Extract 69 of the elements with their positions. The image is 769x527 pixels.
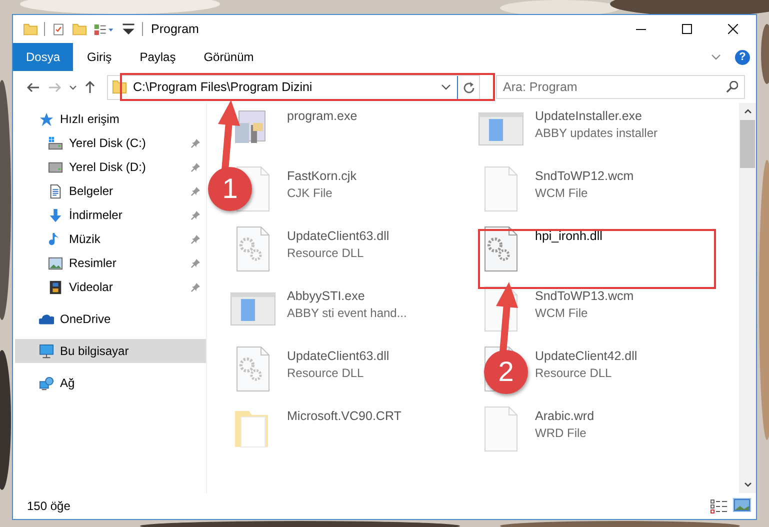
download-icon <box>48 208 63 222</box>
ribbon-tab[interactable]: Görünüm <box>190 43 268 71</box>
search-field[interactable]: Ara: Program <box>496 75 745 99</box>
file-name[interactable]: SndToWP13.wcm <box>535 289 634 303</box>
sidebar-item[interactable]: Müzik <box>15 227 206 251</box>
file-name[interactable]: program.exe <box>287 109 358 123</box>
file-type: WCM File <box>535 186 589 200</box>
sidebar-item[interactable]: Hızlı erişim <box>15 107 206 131</box>
file-type: Resource DLL <box>287 366 365 380</box>
file-name[interactable]: hpi_ironh.dll <box>535 229 602 243</box>
drive-icon <box>48 136 63 150</box>
item-count: 150 öğe <box>27 499 70 513</box>
cloud-icon <box>39 312 54 326</box>
details-view-icon[interactable] <box>710 498 728 514</box>
up-icon[interactable] <box>85 80 95 94</box>
file-type: CJK File <box>287 186 334 200</box>
maximize-icon <box>682 24 692 34</box>
back-icon[interactable] <box>27 82 40 92</box>
recent-caret-icon[interactable] <box>69 84 77 90</box>
sidebar-item[interactable]: Ağ <box>15 371 206 395</box>
ribbon-tab[interactable]: Giriş <box>73 43 126 71</box>
scroll-up-icon[interactable] <box>744 109 752 114</box>
window-title: Program <box>151 22 199 36</box>
address-path: C:\Program Files\Program Dizini <box>133 80 312 94</box>
scrollbar-thumb[interactable] <box>740 120 755 168</box>
sidebar-item[interactable]: İndirmeler <box>15 203 206 227</box>
picture-icon <box>48 256 63 270</box>
network-icon <box>39 376 54 390</box>
help-button[interactable]: ? <box>735 50 750 64</box>
refresh-icon <box>462 80 474 94</box>
scrollbar[interactable] <box>739 103 756 493</box>
file-type: Resource DLL <box>535 366 613 380</box>
file-name[interactable]: Microsoft.VC90.CRT <box>287 409 402 423</box>
sidebar-item[interactable]: Yerel Disk (C:) <box>15 131 206 155</box>
film-icon <box>48 280 63 294</box>
file-type: WRD File <box>535 426 588 440</box>
document-icon <box>48 184 63 198</box>
ribbon-tab[interactable]: Paylaş <box>126 43 190 71</box>
minimize-icon <box>636 28 646 30</box>
sidebar-item[interactable]: OneDrive <box>15 307 206 331</box>
file-type: WCM File <box>535 306 589 320</box>
star-icon <box>39 112 54 126</box>
scroll-down-icon[interactable] <box>744 482 752 487</box>
ribbon-tab[interactable]: Dosya <box>13 43 74 71</box>
file-name[interactable]: AbbyySTI.exe <box>287 289 407 303</box>
properties-icon[interactable] <box>93 22 115 36</box>
sidebar-item[interactable]: Bu bilgisayar <box>15 339 206 363</box>
customize-caret-icon[interactable] <box>121 22 136 36</box>
dropdown-icon[interactable] <box>441 84 451 90</box>
close-icon <box>728 24 738 34</box>
file-name[interactable]: Arabic.wrd <box>535 409 594 423</box>
file-name[interactable]: UpdateClient63.dll <box>287 229 390 243</box>
drive-icon <box>48 160 63 174</box>
sidebar-item[interactable]: Videolar <box>15 275 206 299</box>
file-name[interactable]: SndToWP12.wcm <box>535 169 634 183</box>
file-name[interactable]: FastKorn.cjk <box>287 169 356 183</box>
file-type: ABBY updates installer <box>535 126 658 140</box>
file-name[interactable]: UpdateInstaller.exe <box>535 109 658 123</box>
file-type: Resource DLL <box>287 246 365 260</box>
file-name[interactable]: UpdateClient63.dll <box>287 349 390 363</box>
expand-ribbon-icon[interactable] <box>711 54 721 60</box>
file-name[interactable]: UpdateClient42.dll <box>535 349 638 363</box>
sidebar-item[interactable]: Resimler <box>15 251 206 275</box>
checklist-icon[interactable] <box>51 22 66 36</box>
monitor-icon <box>39 344 54 358</box>
file-type: ABBY sti event hand... <box>287 306 407 320</box>
sidebar-item[interactable]: Belgeler <box>15 179 206 203</box>
search-icon <box>726 81 738 93</box>
sidebar-item[interactable]: Yerel Disk (D:) <box>15 155 206 179</box>
